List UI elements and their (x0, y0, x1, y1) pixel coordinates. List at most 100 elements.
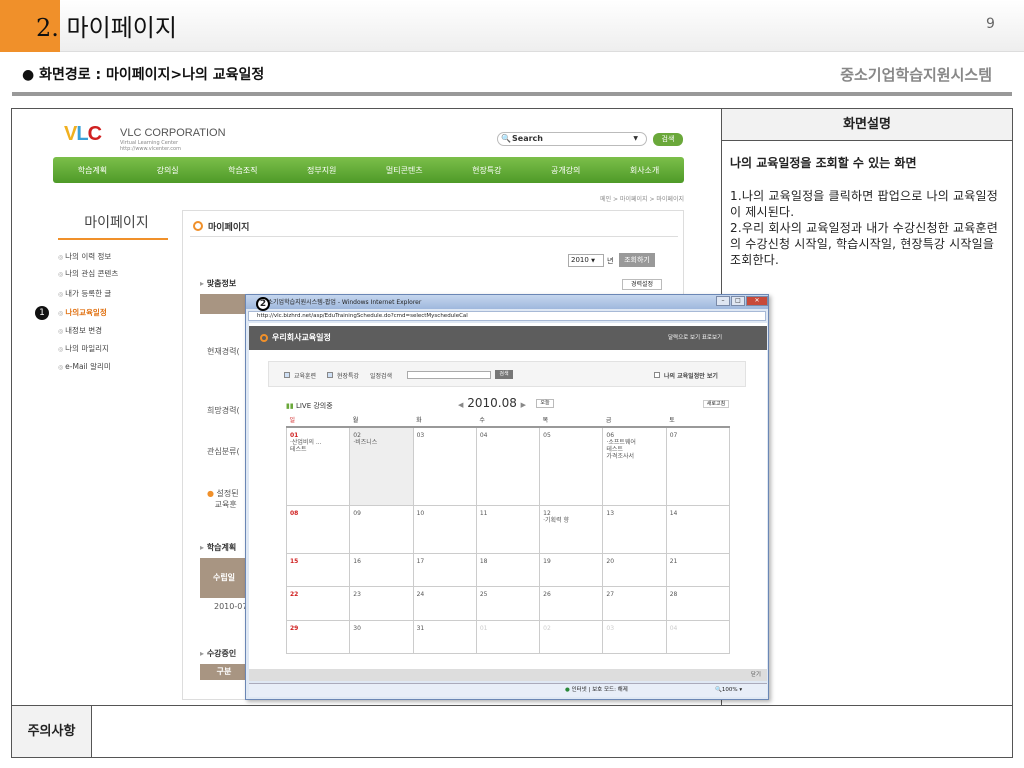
calendar-day[interactable]: 18 (475, 552, 541, 588)
address-bar[interactable]: http://vlc.bizhrd.net/asp/EduTrainingSch… (248, 311, 766, 321)
calendar-day[interactable]: 04 (665, 619, 731, 655)
calendar-day[interactable]: 25 (475, 586, 541, 621)
year-search-button[interactable]: 조회하기 (619, 253, 655, 267)
sidebar-item-profile[interactable]: 내정보 변경 (58, 325, 102, 336)
sidebar-item-email[interactable]: e-Mail 알리미 (58, 361, 111, 372)
calendar-day[interactable]: 03 (602, 619, 667, 655)
vlc-logo[interactable]: VLC (64, 123, 102, 146)
calendar-day[interactable]: 29 (285, 619, 351, 655)
calendar-day[interactable]: 14 (665, 504, 731, 554)
calendar-day[interactable]: 03 (412, 426, 477, 506)
next-month-icon[interactable]: ▶ (521, 401, 526, 409)
maximize-button[interactable]: □ (731, 296, 745, 306)
nav-item-company[interactable]: 회사소개 (630, 165, 659, 176)
calendar-day[interactable]: 02 ·비즈니스 (349, 426, 414, 506)
calendar-day[interactable]: 20 (602, 552, 667, 588)
calendar-day[interactable]: 11 (475, 504, 541, 554)
section-custom-info: 맞춤정보 (200, 278, 236, 289)
sidebar-item-posts[interactable]: 내가 등록한 글 (58, 288, 111, 299)
popup-title: 중소기업학습지원시스템-팝업 - Windows Internet Explor… (262, 299, 422, 306)
refresh-button[interactable]: 새로고침 (703, 400, 729, 408)
calendar-event[interactable]: ·산업비의 ... 테스트 (290, 439, 346, 453)
year-select[interactable]: 2010 ▼ (568, 254, 604, 267)
schedule-search-button[interactable]: 검색 (495, 370, 513, 379)
calendar-day[interactable]: 27 (602, 586, 667, 621)
calendar-event[interactable]: ·기획력 향 (543, 517, 599, 524)
calendar-day[interactable]: 13 (602, 504, 667, 554)
year-unit: 년 (607, 257, 614, 265)
calendar-event[interactable]: ·소프트웨어 테스트 가격조사서 (606, 439, 662, 460)
calendar-day[interactable]: 21 (665, 552, 731, 588)
nav-item-gov-support[interactable]: 정부지원 (307, 165, 336, 176)
calendar-day[interactable]: 07 (665, 426, 731, 506)
calendar-day[interactable]: 01 ·산업비의 ... 테스트 (285, 426, 351, 506)
weekday-header: 월 (349, 413, 414, 428)
minimize-button[interactable]: – (716, 296, 730, 306)
day-number: 04 (479, 432, 488, 439)
close-button[interactable]: ✕ (746, 296, 768, 306)
day-number: 23 (353, 591, 361, 599)
calendar-day[interactable]: 19 (539, 552, 604, 588)
sidebar-item-schedule[interactable]: 나의교육일정 (58, 307, 106, 318)
nav-item-learning-org[interactable]: 학습조직 (228, 165, 257, 176)
calendar-day[interactable]: 22 (285, 586, 351, 621)
filter-edu-checkbox[interactable] (284, 372, 290, 378)
day-number: 19 (543, 557, 551, 565)
filter-field-checkbox[interactable] (327, 372, 333, 378)
info-icon: ● (207, 489, 214, 498)
calendar-week: 29 30 31 01 02 03 04 (285, 619, 731, 655)
zoom-level[interactable]: 🔍100% ▾ (715, 684, 742, 697)
corporation-name: VLC CORPORATION (120, 127, 226, 139)
calendar-day[interactable]: 05 (539, 426, 604, 506)
day-number: 18 (479, 557, 488, 565)
calendar-day[interactable]: 28 (665, 586, 731, 621)
calendar-day[interactable]: 12 ·기획력 향 (539, 504, 604, 554)
calendar-day[interactable]: 17 (412, 552, 477, 588)
calendar-day[interactable]: 15 (285, 552, 351, 588)
sidebar-item-interest[interactable]: 나의 관심 콘텐츠 (58, 268, 118, 279)
calendar-day[interactable]: 02 (539, 619, 604, 655)
view-toggle-links[interactable]: 달력으로 보기 표로보기 (668, 333, 722, 341)
security-zone: ● 인터넷 | 보호 모드: 해제 (565, 687, 628, 693)
weekday-header: 목 (539, 413, 603, 428)
prev-month-icon[interactable]: ◀ (458, 401, 463, 409)
calendar-day[interactable]: 23 (349, 586, 414, 621)
day-number: 24 (416, 591, 425, 599)
nav-item-open-lecture[interactable]: 공개강의 (551, 165, 580, 176)
nav-item-classroom[interactable]: 강의실 (157, 165, 179, 176)
filter-mine-checkbox[interactable] (654, 372, 660, 378)
calendar-day[interactable]: 10 (412, 504, 477, 554)
nav-item-field-lecture[interactable]: 현장특강 (472, 165, 501, 176)
day-number: 25 (479, 591, 488, 599)
search-input[interactable]: 🔍 Search ▼ (497, 132, 647, 146)
search-button[interactable]: 검색 (653, 133, 683, 146)
calendar-day[interactable]: 30 (349, 619, 414, 655)
calendar-day[interactable]: 09 (349, 504, 414, 554)
career-setting-button[interactable]: 경력설정 (622, 279, 662, 290)
search-icon: 🔍 (501, 134, 511, 143)
calendar-day[interactable]: 06 ·소프트웨어 테스트 가격조사서 (602, 426, 667, 506)
live-label: ▮▮ LIVE 강의중 (286, 402, 333, 410)
calendar-day[interactable]: 08 (285, 504, 351, 554)
day-number: 21 (669, 557, 678, 565)
sidebar-item-mileage[interactable]: 나의 마일리지 (58, 343, 109, 354)
calendar-day[interactable]: 31 (412, 619, 477, 655)
calendar-day[interactable]: 16 (349, 552, 414, 588)
notes-label: 주의사항 (12, 706, 92, 757)
popup-close-link[interactable]: 닫기 (751, 672, 761, 678)
window-controls: – □ ✕ (716, 296, 768, 306)
today-button[interactable]: 오늘 (536, 399, 554, 408)
calendar-day[interactable]: 24 (412, 586, 477, 621)
popup-close-row: 닫기 (249, 669, 767, 681)
day-number: 31 (416, 624, 425, 632)
schedule-search-input[interactable] (407, 371, 491, 379)
calendar-day[interactable]: 26 (539, 586, 604, 621)
calendar-day[interactable]: 01 (475, 619, 541, 655)
day-number: 28 (669, 591, 678, 599)
row-current-career: 현재경력( (207, 347, 240, 356)
sidebar-item-history[interactable]: 나의 이력 정보 (58, 251, 111, 262)
nav-item-multi-content[interactable]: 멀티콘텐츠 (386, 165, 423, 176)
calendar-event[interactable]: ·비즈니스 (353, 439, 409, 446)
nav-item-learning-plan[interactable]: 학습계획 (78, 165, 107, 176)
calendar-day[interactable]: 04 (475, 426, 541, 506)
